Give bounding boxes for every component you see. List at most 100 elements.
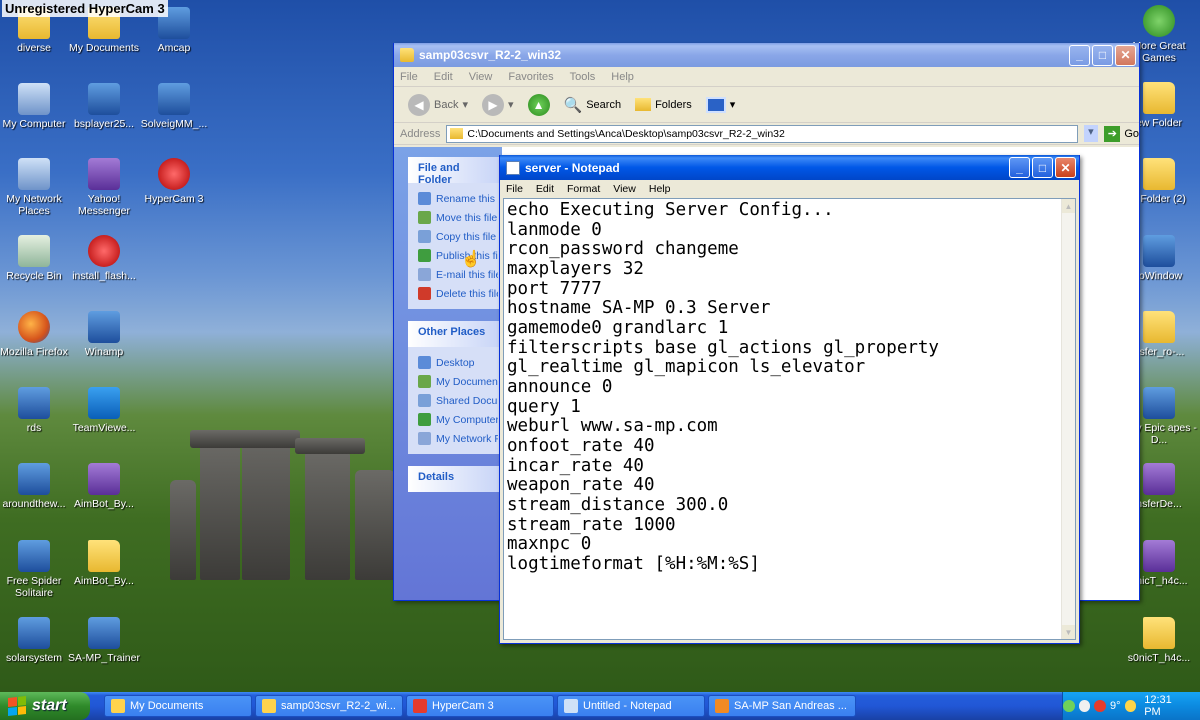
close-button[interactable]: ✕ bbox=[1055, 157, 1076, 178]
taskbar-button[interactable]: samp03csvr_R2-2_wi... bbox=[255, 695, 403, 717]
forward-arrow-icon: ▶ bbox=[482, 93, 504, 116]
desktop-icon[interactable]: Recycle Bin bbox=[0, 235, 73, 282]
file-task-link[interactable]: Publish this file bbox=[418, 246, 498, 265]
vertical-scrollbar[interactable]: ▲ ▼ bbox=[1061, 199, 1075, 639]
desktop-icon[interactable]: aroundthew... bbox=[0, 463, 73, 510]
file-task-link[interactable]: E-mail this file bbox=[418, 265, 498, 284]
menu-format[interactable]: Format bbox=[567, 183, 600, 195]
taskbar-button-label: samp03csvr_R2-2_wi... bbox=[281, 700, 396, 712]
menu-help[interactable]: Help bbox=[649, 183, 671, 195]
file-task-link[interactable]: Copy this file bbox=[418, 227, 498, 246]
desktop-icon[interactable]: SolveigMM_... bbox=[135, 83, 213, 130]
scroll-up-icon[interactable]: ▲ bbox=[1062, 199, 1075, 213]
security-icon[interactable] bbox=[1094, 700, 1106, 712]
menu-view[interactable]: View bbox=[469, 71, 493, 83]
go-button[interactable]: ➔ Go bbox=[1104, 125, 1139, 142]
notepad-window[interactable]: server - Notepad _ □ ✕ File Edit Format … bbox=[499, 155, 1080, 644]
desktop-icon[interactable]: Winamp bbox=[65, 311, 143, 358]
notepad-content[interactable]: echo Executing Server Config... lanmode 0… bbox=[504, 199, 1075, 574]
desktop-icon-label: bsplayer25... bbox=[73, 118, 135, 130]
minimize-button[interactable]: _ bbox=[1009, 157, 1030, 178]
taskbar-button[interactable]: SA-MP San Andreas ... bbox=[708, 695, 856, 717]
search-button[interactable]: 🔍 Search bbox=[560, 92, 626, 118]
desktop-icon[interactable]: solarsystem bbox=[0, 617, 73, 664]
taskbar-button[interactable]: HyperCam 3 bbox=[406, 695, 554, 717]
notepad-titlebar[interactable]: server - Notepad _ □ ✕ bbox=[500, 155, 1079, 180]
other-place-link-label: My Computer bbox=[436, 413, 498, 426]
clock[interactable]: 12:31 PM bbox=[1144, 694, 1190, 718]
address-field[interactable]: C:\Documents and Settings\Anca\Desktop\s… bbox=[446, 124, 1078, 143]
other-place-link-icon bbox=[418, 413, 431, 426]
menu-file[interactable]: File bbox=[506, 183, 523, 195]
notepad-text-area[interactable]: echo Executing Server Config... lanmode 0… bbox=[503, 198, 1076, 640]
views-button[interactable]: ▾ bbox=[702, 92, 740, 118]
file-task-link-label: Move this file bbox=[436, 211, 498, 224]
desktop-icon[interactable]: HyperCam 3 bbox=[135, 158, 213, 205]
other-places-title[interactable]: Other Places bbox=[408, 321, 502, 347]
desktop-icon-label: Amcap bbox=[157, 42, 191, 54]
menu-tools[interactable]: Tools bbox=[570, 71, 596, 83]
text-line: echo Executing Server Config... bbox=[507, 200, 834, 220]
cards-icon bbox=[18, 540, 50, 572]
desktop-icon[interactable]: SA-MP_Trainer bbox=[65, 617, 143, 664]
maximize-button[interactable]: □ bbox=[1092, 44, 1113, 66]
notepad-icon bbox=[506, 160, 520, 175]
other-place-link[interactable]: Desktop bbox=[418, 353, 498, 372]
app-icon bbox=[88, 617, 120, 649]
file-task-link[interactable]: Rename this file bbox=[418, 189, 498, 208]
menu-edit[interactable]: Edit bbox=[536, 183, 554, 195]
notepad-menubar: File Edit Format View Help bbox=[500, 180, 1079, 197]
desktop-icon[interactable]: bsplayer25... bbox=[65, 83, 143, 130]
details-title[interactable]: Details bbox=[408, 466, 502, 492]
menu-view[interactable]: View bbox=[613, 183, 636, 195]
file-task-link[interactable]: Delete this file bbox=[418, 284, 498, 303]
other-place-link[interactable]: My Computer bbox=[418, 410, 498, 429]
desktop-icon[interactable]: TeamViewe... bbox=[65, 387, 143, 434]
taskbar-button[interactable]: Untitled - Notepad bbox=[557, 695, 705, 717]
scroll-down-icon[interactable]: ▼ bbox=[1062, 625, 1075, 639]
firefox-icon bbox=[715, 699, 729, 713]
desktop-icon-label: AimBot_By... bbox=[74, 498, 134, 510]
desktop-icon[interactable]: My Network Places bbox=[0, 158, 73, 217]
other-place-link[interactable]: My Network Places bbox=[418, 429, 498, 448]
volume-icon[interactable] bbox=[1078, 700, 1091, 712]
desktop-icon[interactable]: My Computer bbox=[0, 83, 73, 130]
file-folder-tasks-title[interactable]: File and Folder bbox=[408, 157, 502, 186]
up-folder-button[interactable]: ▲ bbox=[524, 92, 554, 118]
desktop-icon-label: diverse bbox=[17, 42, 51, 54]
desktop-icon[interactable]: AimBot_By... bbox=[65, 540, 143, 587]
start-button[interactable]: start bbox=[0, 692, 90, 720]
network-icon[interactable] bbox=[1062, 700, 1075, 712]
desktop-icon[interactable]: AimBot_By... bbox=[65, 463, 143, 510]
back-button[interactable]: ◀ Back ▾ bbox=[404, 92, 472, 118]
desktop-icon[interactable]: Free Spider Solitaire bbox=[0, 540, 73, 599]
forward-button[interactable]: ▶ ▾ bbox=[478, 92, 518, 118]
weather-icon[interactable] bbox=[1124, 700, 1137, 712]
other-place-link[interactable]: My Documents bbox=[418, 372, 498, 391]
explorer-toolbar: ◀ Back ▾ ▶ ▾ ▲ 🔍 Search Folders ▾ bbox=[394, 87, 1139, 123]
menu-favorites[interactable]: Favorites bbox=[508, 71, 553, 83]
minimize-button[interactable]: _ bbox=[1069, 44, 1090, 66]
maximize-button[interactable]: □ bbox=[1032, 157, 1053, 178]
desktop-icon[interactable]: rds bbox=[0, 387, 73, 434]
explorer-titlebar[interactable]: samp03csvr_R2-2_win32 _ □ ✕ bbox=[394, 43, 1139, 67]
close-button[interactable]: ✕ bbox=[1115, 44, 1136, 66]
taskbar-button[interactable]: My Documents bbox=[104, 695, 252, 717]
explorer-menubar: File Edit View Favorites Tools Help bbox=[394, 67, 1139, 87]
taskbar-button-label: Untitled - Notepad bbox=[583, 700, 672, 712]
other-place-link[interactable]: Shared Documents bbox=[418, 391, 498, 410]
desktop-icon[interactable]: s0nicT_h4c... bbox=[1120, 617, 1198, 664]
desktop-icon[interactable]: Mozilla Firefox bbox=[0, 311, 73, 358]
other-place-link-label: My Documents bbox=[436, 375, 498, 388]
chevron-down-icon: ▾ bbox=[729, 99, 736, 111]
menu-help[interactable]: Help bbox=[611, 71, 634, 83]
desktop-icon[interactable]: install_flash... bbox=[65, 235, 143, 282]
menu-file[interactable]: File bbox=[400, 71, 418, 83]
file-task-link[interactable]: Move this file bbox=[418, 208, 498, 227]
app-icon bbox=[1143, 387, 1175, 419]
folders-button[interactable]: Folders bbox=[631, 92, 696, 118]
desktop-icon[interactable]: Yahoo! Messenger bbox=[65, 158, 143, 217]
address-dropdown-icon[interactable]: ▾ bbox=[1083, 125, 1099, 142]
menu-edit[interactable]: Edit bbox=[434, 71, 453, 83]
app-icon bbox=[18, 463, 50, 495]
